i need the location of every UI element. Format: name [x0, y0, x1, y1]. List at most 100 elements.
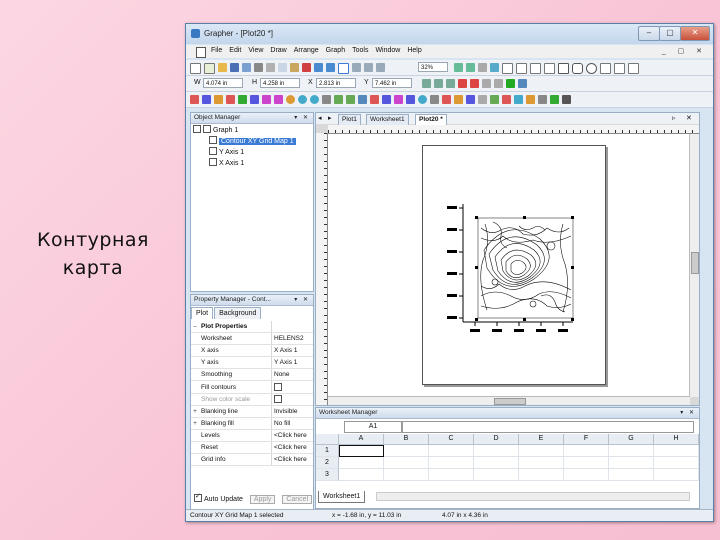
add-plot-icon[interactable]: [454, 95, 463, 104]
digitize-icon[interactable]: [514, 95, 523, 104]
property-row[interactable]: + Blanking fill No fill: [191, 417, 313, 430]
symbol-icon[interactable]: [544, 63, 555, 74]
cell[interactable]: [384, 457, 429, 469]
bubble-plot-icon[interactable]: [418, 95, 427, 104]
menu-graph[interactable]: Graph: [326, 47, 345, 54]
row-header[interactable]: 1: [316, 445, 339, 457]
property-row[interactable]: Levels <Click here: [191, 429, 313, 442]
pie-chart-icon[interactable]: [286, 95, 295, 104]
options-icon[interactable]: [562, 95, 571, 104]
fill-contours-checkbox[interactable]: [274, 382, 282, 391]
menu-help[interactable]: Help: [407, 47, 421, 54]
spline-icon[interactable]: [600, 63, 611, 74]
rounded-rect-icon[interactable]: [572, 63, 583, 74]
undo-icon[interactable]: [314, 63, 323, 72]
visibility-checkbox[interactable]: [203, 125, 211, 133]
zoom-page-icon[interactable]: [454, 63, 463, 72]
tree-item-y-axis[interactable]: Y Axis 1: [209, 147, 244, 157]
play-icon[interactable]: [506, 79, 515, 88]
group-icon[interactable]: [482, 79, 491, 88]
maximize-button[interactable]: ▢: [659, 26, 681, 41]
menu-tools[interactable]: Tools: [352, 47, 368, 54]
cell-reference-box[interactable]: A1: [344, 421, 402, 433]
column-header[interactable]: E: [519, 434, 564, 445]
tab-scroll-right-icon[interactable]: ▸: [328, 114, 332, 122]
surface-map-icon[interactable]: [346, 95, 355, 104]
align-right-icon[interactable]: [446, 79, 455, 88]
redo-icon[interactable]: [326, 63, 335, 72]
tab-plot[interactable]: Plot: [191, 307, 214, 319]
menu-edit[interactable]: Edit: [229, 47, 241, 54]
tab-background[interactable]: Background: [214, 307, 262, 319]
cell[interactable]: [474, 445, 519, 457]
script-icon[interactable]: [550, 95, 559, 104]
zoom-rect-icon[interactable]: [376, 63, 385, 72]
close-button[interactable]: ✕: [680, 26, 710, 41]
worksheet-value[interactable]: HELENS2: [271, 332, 313, 346]
cell[interactable]: [519, 445, 564, 457]
property-row[interactable]: Grid info <Click here: [191, 453, 313, 467]
new-icon[interactable]: [190, 63, 201, 74]
cell[interactable]: [519, 457, 564, 469]
cut-icon[interactable]: [266, 63, 275, 72]
mdi-window-controls[interactable]: _ ▢ ✕: [662, 47, 707, 55]
paste-icon[interactable]: [290, 63, 299, 72]
add-axis-icon[interactable]: [442, 95, 451, 104]
bar-chart-icon[interactable]: [214, 95, 223, 104]
cell[interactable]: [384, 469, 429, 481]
text-icon[interactable]: [502, 63, 513, 74]
legend-icon[interactable]: [466, 95, 475, 104]
zoom-fit-icon[interactable]: [466, 63, 475, 72]
ternary-plot-icon[interactable]: [274, 95, 283, 104]
scroll-thumb[interactable]: [494, 398, 526, 405]
cell[interactable]: [609, 469, 654, 481]
visibility-checkbox[interactable]: [209, 158, 217, 166]
plot-canvas[interactable]: [328, 134, 690, 397]
column-header[interactable]: B: [384, 434, 429, 445]
histogram-icon[interactable]: [238, 95, 247, 104]
visibility-checkbox[interactable]: [209, 147, 217, 155]
tab-plot20[interactable]: Plot20 *: [415, 114, 447, 125]
height-field[interactable]: 4.258 in: [260, 78, 300, 88]
tab-nav-icon[interactable]: ▹: [672, 114, 676, 122]
cell-edit-field[interactable]: [402, 421, 694, 433]
x-axis-value[interactable]: X Axis 1: [271, 344, 313, 358]
3d-bar-icon[interactable]: [370, 95, 379, 104]
collapse-icon[interactable]: [193, 125, 201, 133]
cell[interactable]: [609, 445, 654, 457]
column-header[interactable]: A: [339, 434, 384, 445]
property-row[interactable]: Worksheet HELENS2: [191, 332, 313, 346]
xyz-scatter-icon[interactable]: [406, 95, 415, 104]
cell[interactable]: [654, 457, 699, 469]
grid-info-value[interactable]: <Click here: [271, 453, 313, 467]
new-worksheet-icon[interactable]: [204, 63, 215, 74]
cell[interactable]: [384, 445, 429, 457]
blanking-line-value[interactable]: Invisible: [271, 405, 313, 418]
box-plot-icon[interactable]: [322, 95, 331, 104]
minimize-button[interactable]: –: [638, 26, 660, 41]
property-row[interactable]: X axis X Axis 1: [191, 344, 313, 358]
auto-update-checkbox[interactable]: [194, 492, 202, 502]
template-icon[interactable]: [538, 95, 547, 104]
y-axis-value[interactable]: Y Axis 1: [271, 356, 313, 370]
tab-scroll-left-icon[interactable]: ◂: [318, 114, 322, 122]
error-bar-icon[interactable]: [502, 95, 511, 104]
cell[interactable]: [429, 445, 474, 457]
reset-value[interactable]: <Click here: [271, 441, 313, 455]
property-row[interactable]: Fill contours: [191, 380, 313, 394]
contour-map-graphic[interactable]: [423, 146, 605, 384]
line-plot-icon[interactable]: [190, 95, 199, 104]
tree-item-graph-1[interactable]: Graph 1: [193, 125, 238, 135]
line-icon[interactable]: [628, 63, 639, 74]
polygon-icon[interactable]: [530, 63, 541, 74]
pan-icon[interactable]: [478, 63, 487, 72]
menu-file[interactable]: File: [211, 47, 222, 54]
delete-icon[interactable]: [302, 63, 311, 72]
sheet-tab-worksheet1[interactable]: Worksheet1: [318, 491, 366, 503]
levels-value[interactable]: <Click here: [271, 429, 313, 442]
cell[interactable]: [654, 469, 699, 481]
expand-icon[interactable]: +: [191, 405, 199, 418]
select-arrow-icon[interactable]: [338, 63, 349, 74]
cell-a1[interactable]: [339, 445, 384, 457]
zoom-out-icon[interactable]: [364, 63, 373, 72]
